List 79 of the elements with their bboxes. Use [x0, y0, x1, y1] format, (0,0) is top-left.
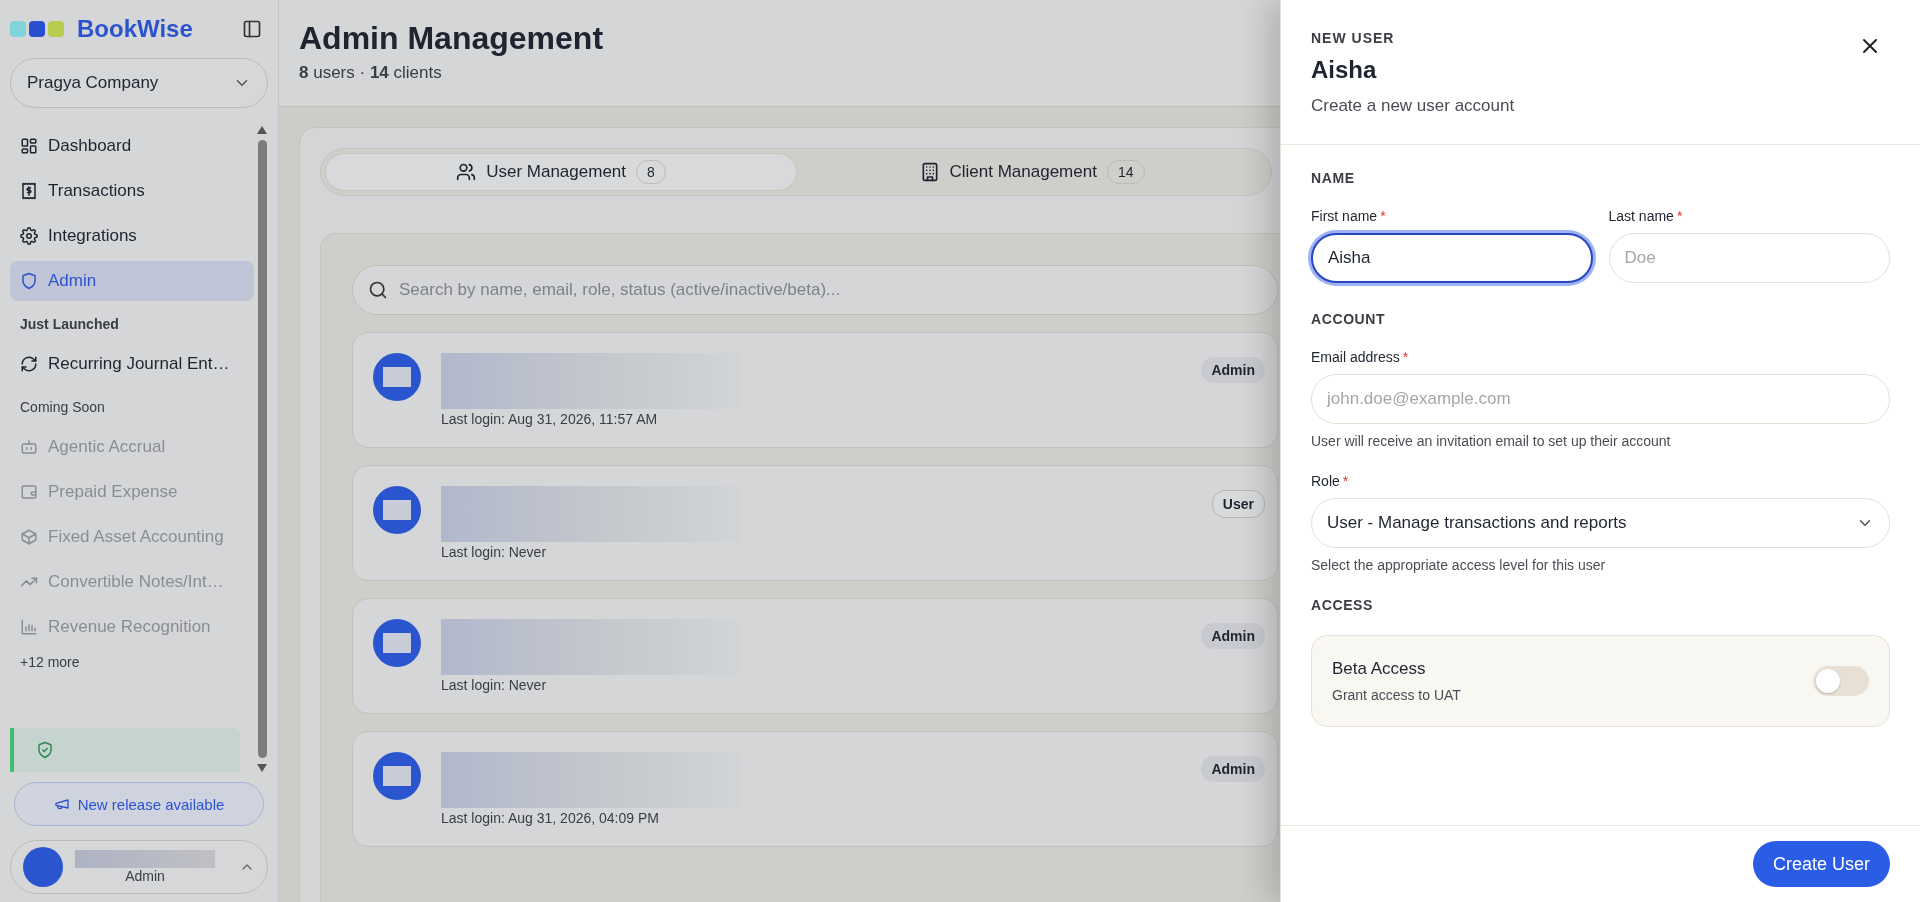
- avatar: [373, 619, 421, 667]
- input-field[interactable]: john.doe@example.com: [1311, 374, 1890, 424]
- section-heading: NAME: [1311, 170, 1356, 186]
- create-user-button[interactable]: Create User: [1752, 841, 1890, 887]
- role-badge: Admin: [1201, 756, 1265, 782]
- last-login-text: Last login: Aug 31, 2026, 04:09 PM: [441, 810, 660, 826]
- section-heading: ACCESS: [1311, 597, 1374, 613]
- nav-item[interactable]: Transactions: [10, 171, 254, 211]
- shield-icon: [20, 272, 38, 290]
- field-label: First name: [1311, 208, 1378, 224]
- role-badge: User: [1211, 490, 1265, 518]
- users-icon: [456, 162, 477, 182]
- scroll-down-arrow-icon[interactable]: [257, 764, 267, 772]
- logo-mark: [48, 21, 64, 37]
- last-login-text: Last login: Aug 31, 2026, 11:57 AM: [441, 411, 659, 427]
- logo-mark: [10, 21, 26, 37]
- required-mark: *: [1342, 473, 1349, 489]
- nav-item[interactable]: Integrations: [10, 216, 254, 256]
- user-card[interactable]: Last login: Never User: [352, 465, 1278, 581]
- toggle-switch[interactable]: [1813, 666, 1869, 696]
- megaphone-icon: [53, 796, 70, 812]
- required-mark: *: [1402, 349, 1409, 365]
- settings-icon: [20, 227, 38, 245]
- search-field[interactable]: Search by name, email, role, status (active/inactive/beta)...: [352, 265, 1278, 315]
- role-badge: Admin: [1201, 357, 1265, 383]
- field-label: Role: [1311, 473, 1340, 489]
- logo-mark: [29, 21, 45, 37]
- avatar: [373, 353, 421, 401]
- toggle-description: Grant access to UAT: [1332, 687, 1461, 703]
- toggle-label: Beta Access: [1332, 659, 1427, 679]
- scroll-up-arrow-icon[interactable]: [257, 126, 267, 134]
- panel-title: Aisha: [1311, 56, 1378, 84]
- field-hint: User will receive an invitation email to set up their account: [1311, 433, 1672, 449]
- tab[interactable]: Client Management 14: [797, 153, 1267, 191]
- shield-check-icon: [36, 741, 54, 759]
- page-title: Admin Management: [299, 20, 604, 57]
- refresh-icon: [20, 355, 38, 373]
- box-icon: [20, 528, 38, 546]
- role-badge: Admin: [1201, 623, 1265, 649]
- last-login-text: Last login: Never: [441, 544, 548, 560]
- robot-icon: [20, 438, 38, 456]
- nav-item[interactable]: Dashboard: [10, 126, 254, 166]
- tab[interactable]: User Management 8: [325, 153, 797, 191]
- required-mark: *: [1676, 208, 1683, 224]
- input-field[interactable]: Aisha: [1311, 233, 1593, 283]
- avatar: [373, 752, 421, 800]
- section-heading: ACCOUNT: [1311, 311, 1387, 327]
- field-hint: Select the appropriate access level for this user: [1311, 557, 1607, 573]
- field-label: Email address: [1311, 349, 1400, 365]
- nav-item[interactable]: Recurring Journal Ent…: [10, 344, 254, 384]
- page-subtitle: 8 users · 14 clients: [299, 63, 442, 83]
- user-card[interactable]: Last login: Aug 31, 2026, 04:09 PM Admin: [352, 731, 1278, 847]
- section-heading: Just Launched: [19, 315, 120, 334]
- section-heading: Coming Soon: [19, 398, 106, 417]
- panel-eyebrow: NEW USER: [1311, 30, 1396, 46]
- avatar: [23, 847, 63, 887]
- brand-name: BookWise: [77, 15, 193, 43]
- last-login-text: Last login: Never: [441, 677, 548, 693]
- role-select[interactable]: User - Manage transactions and reports: [1311, 498, 1890, 548]
- user-menu[interactable]: Admin: [10, 840, 268, 894]
- required-mark: *: [1380, 208, 1386, 224]
- avatar: [373, 486, 421, 534]
- more-link[interactable]: +12 more: [10, 652, 254, 672]
- wallet-icon: [20, 483, 38, 501]
- user-role: Admin: [124, 868, 166, 884]
- nav-item[interactable]: Admin: [10, 261, 254, 301]
- user-card[interactable]: Last login: Never Admin: [352, 598, 1278, 714]
- grid-icon: [20, 137, 38, 155]
- company-select[interactable]: Pragya Company: [10, 58, 268, 108]
- bar-chart-icon: [20, 618, 38, 636]
- user-card[interactable]: Last login: Aug 31, 2026, 11:57 AM Admin: [352, 332, 1278, 448]
- field-label: Last name: [1608, 208, 1674, 224]
- receipt-icon: [20, 182, 38, 200]
- scrollbar[interactable]: [256, 126, 268, 772]
- release-button[interactable]: New release available: [14, 782, 264, 826]
- sidebar-toggle-icon[interactable]: [242, 19, 262, 39]
- search-icon: [368, 280, 388, 300]
- panel-subtitle: Create a new user account: [1311, 96, 1516, 116]
- input-field[interactable]: Doe: [1608, 233, 1890, 283]
